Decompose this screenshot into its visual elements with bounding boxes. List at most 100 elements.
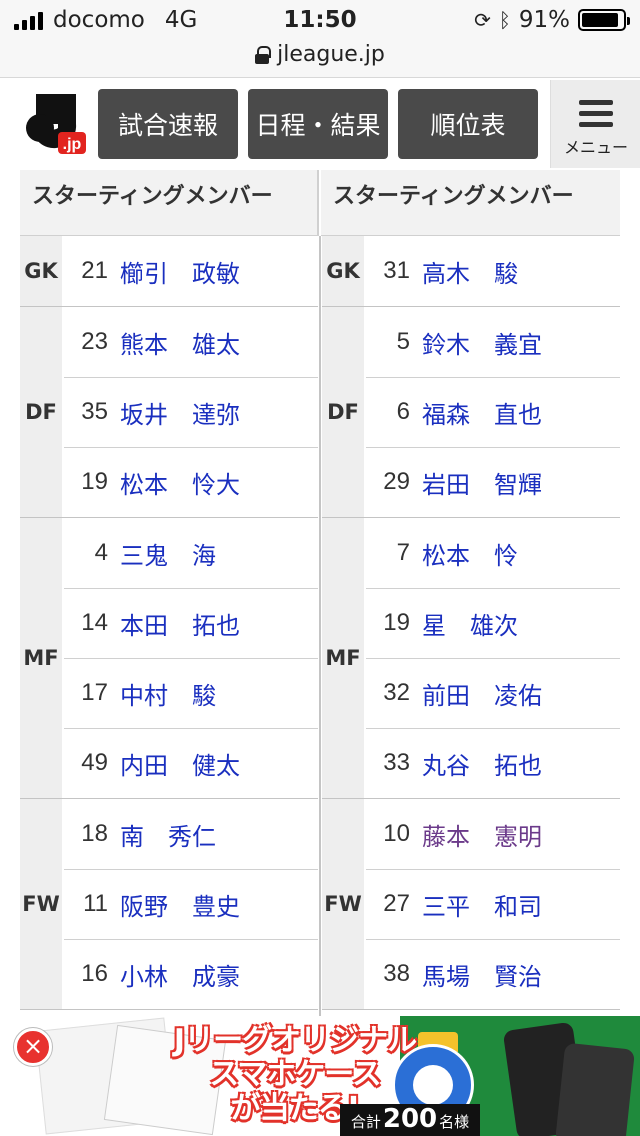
player-name-link[interactable]: 藤本 憲明 [422,817,542,852]
player-name-link[interactable]: 鈴木 義宜 [422,325,542,360]
position-label: FW [20,799,62,1009]
player-row: 10 藤本 憲明 [366,799,620,869]
nav-standings-button[interactable]: 順位表 [398,89,538,159]
player-row: 33 丸谷 拓也 [366,728,620,798]
player-row: 7 松本 怜 [366,518,620,588]
player-number: 16 [81,960,108,987]
position-label: GK [20,236,62,306]
row-divider [366,377,620,378]
player-name-link[interactable]: 小林 成豪 [120,957,240,992]
hamburger-icon [579,100,613,133]
player-number: 33 [383,749,410,776]
player-name-link[interactable]: 本田 拓也 [120,606,240,641]
player-row: 21 櫛引 政敏 [64,236,318,306]
player-row: 31 高木 駿 [366,236,620,306]
total-number: 200 [382,1104,438,1134]
player-number: 7 [396,539,410,566]
player-row: 38 馬場 賢治 [366,939,620,1009]
player-row: 16 小林 成豪 [64,939,318,1009]
jleague-logo-icon[interactable]: .jp [22,92,88,158]
player-number: 29 [383,468,410,495]
player-row: 19 松本 怜大 [64,447,318,517]
row-divider [64,939,318,940]
player-row: 49 内田 健太 [64,728,318,798]
row-divider [366,728,620,729]
nav-match-live-button[interactable]: 試合速報 [98,89,238,159]
nav-schedule-results-button[interactable]: 日程・結果 [248,89,388,159]
player-name-link[interactable]: 三平 和司 [422,887,542,922]
rotation-lock-icon: ⟳ [474,8,491,32]
player-number: 19 [81,468,108,495]
banner-line-2: スマホケース [209,1057,382,1092]
player-row: 5 鈴木 義宜 [366,307,620,377]
url-domain: jleague.jp [277,42,385,67]
player-number: 31 [383,257,410,284]
player-row: 18 南 秀仁 [64,799,318,869]
player-number: 21 [81,257,108,284]
player-row: 23 熊本 雄太 [64,307,318,377]
position-label: MF [20,518,62,798]
player-name-link[interactable]: 三鬼 海 [120,536,216,571]
player-row: 35 坂井 達弥 [64,377,318,447]
banner-total-badge: 合計 200 名様 [340,1104,480,1136]
row-divider [64,869,318,870]
logo-text: .jp [63,136,82,153]
position-label: DF [20,307,62,517]
home-lineup-heading: スターティングメンバー [20,170,319,236]
player-name-link[interactable]: 熊本 雄太 [120,325,240,360]
player-name-link[interactable]: 星 雄次 [422,606,518,641]
player-name-link[interactable]: 坂井 達弥 [120,395,240,430]
row-divider [64,658,318,659]
player-name-link[interactable]: 櫛引 政敏 [120,254,240,289]
player-name-link[interactable]: 前田 凌佑 [422,676,542,711]
player-name-link[interactable]: 丸谷 拓也 [422,746,542,781]
player-number: 38 [383,960,410,987]
player-name-link[interactable]: 高木 駿 [422,254,518,289]
player-number: 35 [81,398,108,425]
player-number: 17 [81,679,108,706]
player-row: 19 星 雄次 [366,588,620,658]
player-name-link[interactable]: 松本 怜大 [120,465,240,500]
row-divider [366,588,620,589]
ad-banner[interactable]: Jリーグオリジナル スマホケース が当たる! 合計 200 名様 × [0,1016,640,1136]
player-name-link[interactable]: 岩田 智輝 [422,465,542,500]
battery-icon [578,9,630,31]
player-number: 18 [81,820,108,847]
away-lineup-heading: スターティングメンバー [321,170,620,236]
menu-button[interactable]: メニュー [550,80,640,168]
close-ad-icon[interactable]: × [14,1028,52,1066]
player-number: 6 [396,398,410,425]
player-name-link[interactable]: 内田 健太 [120,746,240,781]
battery-percent: 91% [518,7,570,33]
menu-label: メニュー [563,138,628,157]
total-suffix: 名様 [439,1113,470,1131]
row-divider [366,658,620,659]
lock-icon [255,45,272,64]
player-number: 23 [81,328,108,355]
player-name-link[interactable]: 南 秀仁 [120,817,216,852]
player-row: 14 本田 拓也 [64,588,318,658]
player-row: 17 中村 駿 [64,658,318,728]
row-divider [366,939,620,940]
banner-line-1: Jリーグオリジナル [173,1023,417,1058]
player-name-link[interactable]: 中村 駿 [120,676,216,711]
group-divider [322,1009,620,1010]
position-label: GK [322,236,364,306]
row-divider [64,588,318,589]
player-number: 14 [81,609,108,636]
player-name-link[interactable]: 馬場 賢治 [422,957,542,992]
player-row: 4 三鬼 海 [64,518,318,588]
player-number: 19 [383,609,410,636]
player-number: 4 [94,539,108,566]
player-row: 11 阪野 豊史 [64,869,318,939]
bluetooth-icon: ᛒ [498,8,511,32]
player-name-link[interactable]: 福森 直也 [422,395,542,430]
player-name-link[interactable]: 阪野 豊史 [120,887,240,922]
row-divider [366,869,620,870]
status-bar: docomo 4G 11:50 ⟳ ᛒ 91% [0,0,640,40]
player-number: 49 [81,749,108,776]
url-bar[interactable]: jleague.jp [0,40,640,78]
group-divider [20,1009,318,1010]
player-number: 11 [83,890,108,917]
player-name-link[interactable]: 松本 怜 [422,536,518,571]
